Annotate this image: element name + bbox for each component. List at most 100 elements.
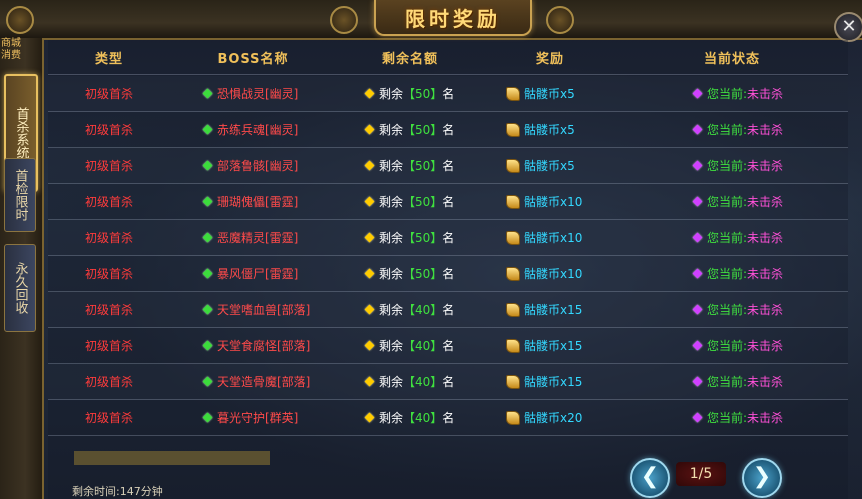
purple-gem-icon — [692, 412, 703, 423]
boss-name: 珊瑚傀儡[雷霆] — [217, 195, 299, 209]
remaining-prefix: 剩余 — [379, 159, 404, 173]
yellow-gem-icon — [364, 376, 375, 387]
boss-name: 天堂嗜血兽[部落] — [217, 303, 311, 317]
remaining-suffix: 名 — [442, 123, 455, 137]
yellow-gem-icon — [364, 88, 375, 99]
remaining-count: 【50】 — [403, 267, 443, 281]
status-prefix: 您当前: — [707, 267, 748, 281]
remaining-suffix: 名 — [442, 411, 455, 425]
type-cell: 初级首杀 — [84, 339, 133, 353]
remaining-suffix: 名 — [442, 267, 455, 281]
reward-window: 限时奖励 ✕ 商城 消费 首杀系统 首检限时 永久回收 类型 BOSS名称 剩余… — [0, 0, 862, 499]
next-page-button[interactable]: ❯ — [742, 458, 782, 498]
status-prefix: 您当前: — [707, 411, 748, 425]
table-body: 初级首杀 恐惧战灵[幽灵] 剩余 【50】名骷髅币x5 您当前: 未击杀 初级首杀 赤练兵魂[… — [48, 76, 848, 436]
shop-icon[interactable]: 商城 消费 — [0, 38, 22, 66]
tab-label: 首杀系统 — [13, 107, 29, 159]
status-prefix: 您当前: — [707, 339, 748, 353]
reward-cell: 骷髅币x10 — [484, 265, 616, 282]
time-remaining: 剩余时间:147分钟 — [72, 485, 163, 498]
remaining-cell: 剩余 【50】名 — [336, 193, 484, 210]
reward-amount: 骷髅币x15 — [524, 375, 583, 389]
remaining-prefix: 剩余 — [379, 195, 404, 209]
status-cell: 您当前: 未击杀 — [616, 265, 848, 282]
reward-amount: 骷髅币x10 — [524, 231, 583, 245]
green-gem-icon — [202, 268, 213, 279]
table-row: 初级首杀 暴风僵尸[雷霆] 剩余 【50】名 骷髅币x10 您当前: 未击杀 — [48, 256, 848, 292]
tab-permanent-recycle[interactable]: 永久回收 — [4, 244, 36, 332]
header-type: 类型 — [94, 51, 123, 67]
boss-name: 暮光守护[群英] — [217, 411, 299, 425]
window-title: 限时奖励 — [405, 6, 501, 31]
status-prefix: 您当前: — [707, 303, 748, 317]
status-value: 未击杀 — [747, 87, 784, 101]
remaining-prefix: 剩余 — [379, 375, 404, 389]
status-cell: 您当前: 未击杀 — [616, 85, 848, 102]
reward-cell: 骷髅币x5 — [484, 121, 616, 138]
header-boss-name: BOSS名称 — [217, 51, 289, 67]
status-cell: 您当前: 未击杀 — [616, 373, 848, 390]
green-gem-icon — [202, 232, 213, 243]
remaining-suffix: 名 — [442, 375, 455, 389]
boss-cell: 恶魔精灵[雷霆] — [170, 229, 336, 246]
boss-name: 恶魔精灵[雷霆] — [217, 231, 299, 245]
prev-page-button[interactable]: ❮ — [630, 458, 670, 498]
boss-name: 天堂食腐怪[部落] — [217, 339, 311, 353]
boss-name: 赤练兵魂[幽灵] — [217, 123, 299, 137]
remaining-suffix: 名 — [442, 87, 455, 101]
status-value: 未击杀 — [747, 231, 784, 245]
green-gem-icon — [202, 88, 213, 99]
skull-coin-icon — [506, 122, 520, 137]
remaining-prefix: 剩余 — [379, 231, 404, 245]
table-row: 初级首杀 天堂嗜血兽[部落] 剩余 【40】名 骷髅币x15 您当前: 未击杀 — [48, 292, 848, 328]
skull-coin-icon — [506, 266, 520, 281]
remaining-count: 【40】 — [403, 375, 443, 389]
status-value: 未击杀 — [747, 303, 784, 317]
green-gem-icon — [202, 412, 213, 423]
remaining-suffix: 名 — [442, 303, 455, 317]
status-prefix: 您当前: — [707, 159, 748, 173]
status-value: 未击杀 — [747, 195, 784, 209]
yellow-gem-icon — [364, 196, 375, 207]
close-button[interactable]: ✕ — [834, 12, 862, 42]
reward-cell: 骷髅币x10 — [484, 193, 616, 210]
boss-name: 暴风僵尸[雷霆] — [217, 267, 299, 281]
boss-cell: 恐惧战灵[幽灵] — [170, 85, 336, 102]
remaining-cell: 剩余 【50】名 — [336, 157, 484, 174]
boss-name: 天堂造骨魔[部落] — [217, 375, 311, 389]
corner-ornament-icon — [6, 6, 34, 34]
remaining-suffix: 名 — [442, 159, 455, 173]
remaining-suffix: 名 — [442, 195, 455, 209]
chevron-right-icon: ❯ — [752, 464, 772, 489]
status-prefix: 您当前: — [707, 195, 748, 209]
status-value: 未击杀 — [747, 411, 784, 425]
type-cell: 初级首杀 — [84, 375, 133, 389]
type-cell: 初级首杀 — [84, 195, 133, 209]
skull-coin-icon — [506, 338, 520, 353]
reward-amount: 骷髅币x15 — [524, 303, 583, 317]
boss-cell: 天堂造骨魔[部落] — [170, 373, 336, 390]
remaining-cell: 剩余 【50】名 — [336, 121, 484, 138]
remaining-cell: 剩余 【40】名 — [336, 301, 484, 318]
status-prefix: 您当前: — [707, 123, 748, 137]
yellow-gem-icon — [364, 412, 375, 423]
remaining-cell: 剩余 【50】名 — [336, 229, 484, 246]
header-remaining: 剩余名额 — [381, 51, 438, 67]
remaining-cell: 剩余 【50】名 — [336, 265, 484, 282]
type-cell: 初级首杀 — [84, 303, 133, 317]
boss-cell: 部落鲁骸[幽灵] — [170, 157, 336, 174]
status-cell: 您当前: 未击杀 — [616, 121, 848, 138]
yellow-gem-icon — [364, 340, 375, 351]
reward-amount: 骷髅币x10 — [524, 267, 583, 281]
purple-gem-icon — [692, 88, 703, 99]
remaining-count: 【50】 — [403, 87, 443, 101]
reward-amount: 骷髅币x5 — [524, 87, 575, 101]
boss-cell: 暮光守护[群英] — [170, 409, 336, 426]
tab-first-check[interactable]: 首检限时 — [4, 158, 36, 232]
remaining-count: 【50】 — [403, 159, 443, 173]
boss-cell: 赤练兵魂[幽灵] — [170, 121, 336, 138]
table-row: 初级首杀 珊瑚傀儡[雷霆] 剩余 【50】名 骷髅币x10 您当前: 未击杀 — [48, 184, 848, 220]
purple-gem-icon — [692, 376, 703, 387]
skull-coin-icon — [506, 158, 520, 173]
boss-name: 部落鲁骸[幽灵] — [217, 159, 299, 173]
